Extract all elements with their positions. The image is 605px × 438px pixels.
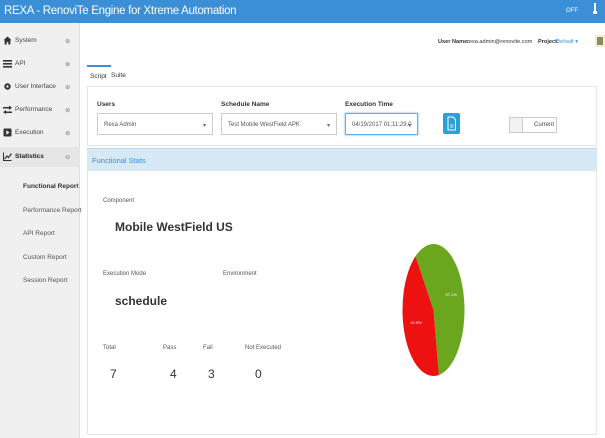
- fail-count: 3: [208, 367, 215, 381]
- user-icon[interactable]: [591, 3, 599, 15]
- execution-mode-value: schedule: [115, 294, 168, 308]
- users-label: Users: [97, 101, 116, 108]
- document-icon: [447, 116, 456, 131]
- sidebar-item-system[interactable]: System ⊕: [0, 31, 80, 51]
- shuffle-icon: [3, 105, 12, 114]
- not-executed-label: Not Executed: [245, 345, 282, 351]
- pass-fail-pie-chart: 57.1% 42.9%: [402, 244, 465, 376]
- username-label: User Name:: [438, 39, 470, 45]
- sidebar-item-execution[interactable]: Execution ⊕: [0, 123, 80, 143]
- sidebar-item-label: Statistics: [15, 153, 44, 160]
- sidebar-subitem-performance-report[interactable]: Performance Report: [23, 207, 82, 214]
- section-header: Functional Stats: [87, 148, 597, 171]
- chevron-right-icon: ⊕: [65, 61, 71, 68]
- top-bar: REXA - RenoviTe Engine for Xtreme Automa…: [0, 0, 605, 23]
- chart-icon: [3, 152, 12, 161]
- chevron-right-icon: ⊕: [65, 130, 71, 137]
- sidebar-item-api[interactable]: API ⊕: [0, 54, 80, 74]
- sidebar-item-user-interface[interactable]: User Interface ⊕: [0, 77, 80, 97]
- component-value: Mobile WestField US: [115, 220, 233, 234]
- chevron-right-icon: ⊕: [65, 107, 71, 114]
- username: rexa.admin@renovite.com: [467, 39, 533, 45]
- export-report-button[interactable]: [443, 113, 460, 134]
- users-select[interactable]: Rexa Admin ▾: [97, 113, 213, 135]
- schedule-label: Schedule Name: [221, 101, 270, 108]
- sidebar-subitem-custom-report[interactable]: Custom Report: [23, 254, 67, 261]
- chevron-down-icon: ▾: [407, 123, 411, 129]
- status-indicator[interactable]: OFF: [566, 8, 578, 14]
- total-label: Total: [103, 345, 116, 351]
- sidebar-subitem-api-report[interactable]: API Report: [23, 230, 55, 237]
- pass-count: 4: [170, 367, 177, 381]
- current-toggle[interactable]: Current: [509, 117, 557, 133]
- schedule-select[interactable]: Test Mobile WestField APK ▾: [221, 113, 337, 135]
- list-icon: [3, 59, 12, 68]
- pie-label-pass: 57.1%: [446, 292, 458, 297]
- sidebar-item-label: Execution: [15, 129, 44, 136]
- settings-icon[interactable]: [595, 35, 605, 47]
- environment-label: Environment: [223, 271, 257, 277]
- execution-time-select[interactable]: 04/19/2017 01:11:29.0 ▾: [345, 113, 418, 135]
- sidebar-subitem-functional-report[interactable]: Functional Report: [23, 183, 79, 190]
- play-icon: [3, 128, 12, 137]
- pass-label: Pass: [163, 345, 177, 351]
- project-dropdown[interactable]: Default ▾: [556, 39, 578, 45]
- app-title: REXA - RenoviTe Engine for Xtreme Automa…: [4, 5, 237, 17]
- total-count: 7: [110, 367, 117, 381]
- home-icon: [3, 36, 12, 45]
- sidebar: System ⊕ API ⊕ User Interface ⊕ Performa…: [0, 23, 82, 438]
- sidebar-item-label: Performance: [15, 106, 53, 113]
- not-executed-count: 0: [255, 367, 262, 381]
- chevron-down-icon: ▾: [202, 123, 206, 129]
- sidebar-subitem-session-report[interactable]: Session Report: [23, 277, 67, 284]
- pie-label-fail: 42.9%: [410, 320, 422, 325]
- execution-time-label: Execution Time: [345, 101, 393, 108]
- tab-suite[interactable]: Suite: [111, 65, 131, 85]
- sidebar-item-label: System: [15, 37, 37, 44]
- caret-left-icon: ‹: [76, 183, 79, 190]
- sidebar-item-label: API: [15, 60, 26, 67]
- execution-mode-label: Execution Mode: [103, 271, 147, 277]
- sidebar-item-performance[interactable]: Performance ⊕: [0, 100, 80, 120]
- section-title: Functional Stats: [92, 156, 146, 165]
- chevron-down-icon: ▾: [326, 123, 330, 129]
- tab-script[interactable]: Script: [87, 65, 111, 85]
- sidebar-item-label: User Interface: [15, 83, 56, 90]
- chevron-right-icon: ⊕: [65, 84, 71, 91]
- fail-label: Fail: [203, 345, 213, 351]
- chevron-down-icon: ⊖: [65, 154, 71, 161]
- chevron-right-icon: ⊕: [65, 38, 71, 45]
- toggle-knob: [510, 118, 523, 132]
- gear-icon: [3, 82, 12, 91]
- component-label: Component: [103, 198, 135, 204]
- sidebar-item-statistics[interactable]: Statistics ⊖: [0, 147, 80, 167]
